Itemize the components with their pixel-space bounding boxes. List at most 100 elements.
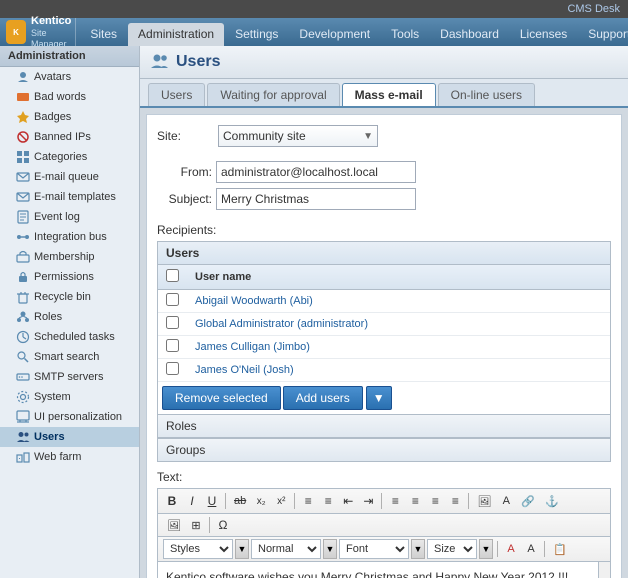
sidebar-item-recycle-bin[interactable]: Recycle bin — [0, 287, 139, 307]
nav-tab-dashboard[interactable]: Dashboard — [430, 23, 509, 46]
size-dropdown-btn[interactable]: ▼ — [479, 539, 493, 559]
toolbar-separator-5 — [209, 517, 210, 533]
sidebar-section-title: Administration — [0, 46, 139, 67]
align-right-button[interactable]: ≡ — [426, 492, 444, 510]
user-checkbox-2[interactable] — [166, 316, 179, 329]
user-link-3[interactable]: James Culligan (Jimbo) — [195, 341, 310, 353]
font-color-button[interactable]: A — [502, 541, 520, 557]
justify-button[interactable]: ≡ — [446, 492, 464, 510]
cms-desk-link[interactable]: CMS Desk — [567, 3, 620, 15]
sidebar-item-system[interactable]: System — [0, 387, 139, 407]
strikethrough-button[interactable]: ab — [230, 493, 250, 509]
tab-waiting-for-approval[interactable]: Waiting for approval — [207, 83, 339, 106]
user-name-cell-3: James Culligan (Jimbo) — [187, 336, 610, 359]
sidebar-item-ui-personalization[interactable]: UI personalization — [0, 407, 139, 427]
font-select[interactable]: Font — [339, 539, 409, 559]
nav-tab-tools[interactable]: Tools — [381, 23, 429, 46]
paste-button[interactable]: 📋 — [549, 541, 571, 558]
image-button[interactable]: 🖼 — [473, 493, 495, 510]
subscript-button[interactable]: x₂ — [252, 494, 270, 509]
editor-body[interactable]: Kentico software wishes you Merry Christ… — [157, 562, 599, 578]
remove-selected-button[interactable]: Remove selected — [162, 386, 281, 410]
logo-section: K Kentico Site Manager — [0, 18, 76, 46]
add-users-button[interactable]: Add users — [283, 386, 363, 410]
tab-users[interactable]: Users — [148, 83, 205, 106]
sidebar-item-roles[interactable]: Roles — [0, 307, 139, 327]
sidebar-item-permissions[interactable]: Permissions — [0, 267, 139, 287]
bold-button[interactable]: B — [163, 492, 181, 510]
nav-tab-development[interactable]: Development — [289, 23, 380, 46]
roles-icon — [16, 310, 30, 324]
tab-online-users[interactable]: On-line users — [438, 83, 535, 106]
groups-section-header[interactable]: Groups — [158, 438, 610, 461]
align-left-button[interactable]: ≡ — [386, 492, 404, 510]
sidebar-item-web-farm[interactable]: Web farm — [0, 447, 139, 467]
unordered-list-button[interactable]: ≡ — [299, 492, 317, 510]
superscript-button[interactable]: x² — [272, 494, 290, 509]
nav-tab-administration[interactable]: Administration — [128, 23, 224, 46]
sidebar-item-email-templates[interactable]: E-mail templates — [0, 187, 139, 207]
select-all-checkbox[interactable] — [166, 269, 179, 282]
roles-section-header[interactable]: Roles — [158, 414, 610, 438]
table-button[interactable]: ⊞ — [187, 517, 205, 534]
sidebar-item-event-log[interactable]: Event log — [0, 207, 139, 227]
site-select-arrow: ▼ — [363, 131, 373, 142]
sidebar-item-badges[interactable]: Badges — [0, 107, 139, 127]
color-button[interactable]: A — [497, 493, 515, 509]
sidebar-item-membership[interactable]: Membership — [0, 247, 139, 267]
nav-tab-sites[interactable]: Sites — [80, 23, 127, 46]
nav-tab-settings[interactable]: Settings — [225, 23, 288, 46]
toolbar-separator-7 — [544, 541, 545, 557]
bg-color-button[interactable]: A — [522, 541, 540, 557]
ordered-list-button[interactable]: ≡ — [319, 492, 337, 510]
system-icon — [16, 390, 30, 404]
header: K Kentico Site Manager Sites Administrat… — [0, 18, 628, 46]
user-checkbox-4[interactable] — [166, 362, 179, 375]
anchor-button[interactable]: ⚓ — [541, 493, 563, 510]
user-link-4[interactable]: James O'Neil (Josh) — [195, 364, 294, 376]
font-dropdown-btn[interactable]: ▼ — [411, 539, 425, 559]
indent-button[interactable]: ⇥ — [359, 492, 377, 510]
top-bar: CMS Desk — [0, 0, 628, 18]
editor-toolbar-row2: 🖼 ⊞ Ω — [157, 514, 611, 537]
add-users-dropdown-button[interactable]: ▼ — [366, 386, 392, 410]
site-select[interactable]: Community site ▼ — [218, 125, 378, 147]
nav-tab-licenses[interactable]: Licenses — [510, 23, 577, 46]
sidebar-item-integration-bus[interactable]: Integration bus — [0, 227, 139, 247]
sidebar-item-smart-search[interactable]: Smart search — [0, 347, 139, 367]
format-dropdown-btn[interactable]: ▼ — [323, 539, 337, 559]
from-row: From: — [157, 161, 611, 183]
sidebar-item-bad-words[interactable]: Bad words — [0, 87, 139, 107]
tab-mass-email[interactable]: Mass e-mail — [342, 83, 436, 106]
toolbar-separator-4 — [468, 493, 469, 509]
omega-button[interactable]: Ω — [214, 516, 232, 534]
sidebar-item-banned-ips[interactable]: Banned IPs — [0, 127, 139, 147]
outdent-button[interactable]: ⇤ — [339, 492, 357, 510]
user-checkbox-3[interactable] — [166, 339, 179, 352]
special-char-button[interactable]: 🖼 — [163, 517, 185, 534]
subject-input[interactable] — [216, 188, 416, 210]
size-select[interactable]: Size — [427, 539, 477, 559]
format-select[interactable]: Normal — [251, 539, 321, 559]
text-label: Text: — [157, 470, 611, 484]
sidebar-item-categories[interactable]: Categories — [0, 147, 139, 167]
user-checkbox-cell-3 — [158, 336, 187, 359]
user-link-2[interactable]: Global Administrator (administrator) — [195, 318, 368, 330]
sidebar-item-email-queue[interactable]: E-mail queue — [0, 167, 139, 187]
categories-icon — [16, 150, 30, 164]
styles-dropdown-btn[interactable]: ▼ — [235, 539, 249, 559]
from-input[interactable] — [216, 161, 416, 183]
sidebar-item-smtp-servers[interactable]: SMTP servers — [0, 367, 139, 387]
nav-tab-support[interactable]: Support — [578, 23, 628, 46]
underline-button[interactable]: U — [203, 492, 221, 510]
user-link-1[interactable]: Abigail Woodwarth (Abi) — [195, 295, 313, 307]
link-button[interactable]: 🔗 — [517, 493, 539, 510]
align-center-button[interactable]: ≡ — [406, 492, 424, 510]
user-checkbox-1[interactable] — [166, 293, 179, 306]
sidebar-item-users[interactable]: Users — [0, 427, 139, 447]
sidebar-item-scheduled-tasks[interactable]: Scheduled tasks — [0, 327, 139, 347]
italic-button[interactable]: I — [183, 492, 201, 510]
recycle-bin-icon — [16, 290, 30, 304]
sidebar-item-avatars[interactable]: Avatars — [0, 67, 139, 87]
styles-select[interactable]: Styles — [163, 539, 233, 559]
